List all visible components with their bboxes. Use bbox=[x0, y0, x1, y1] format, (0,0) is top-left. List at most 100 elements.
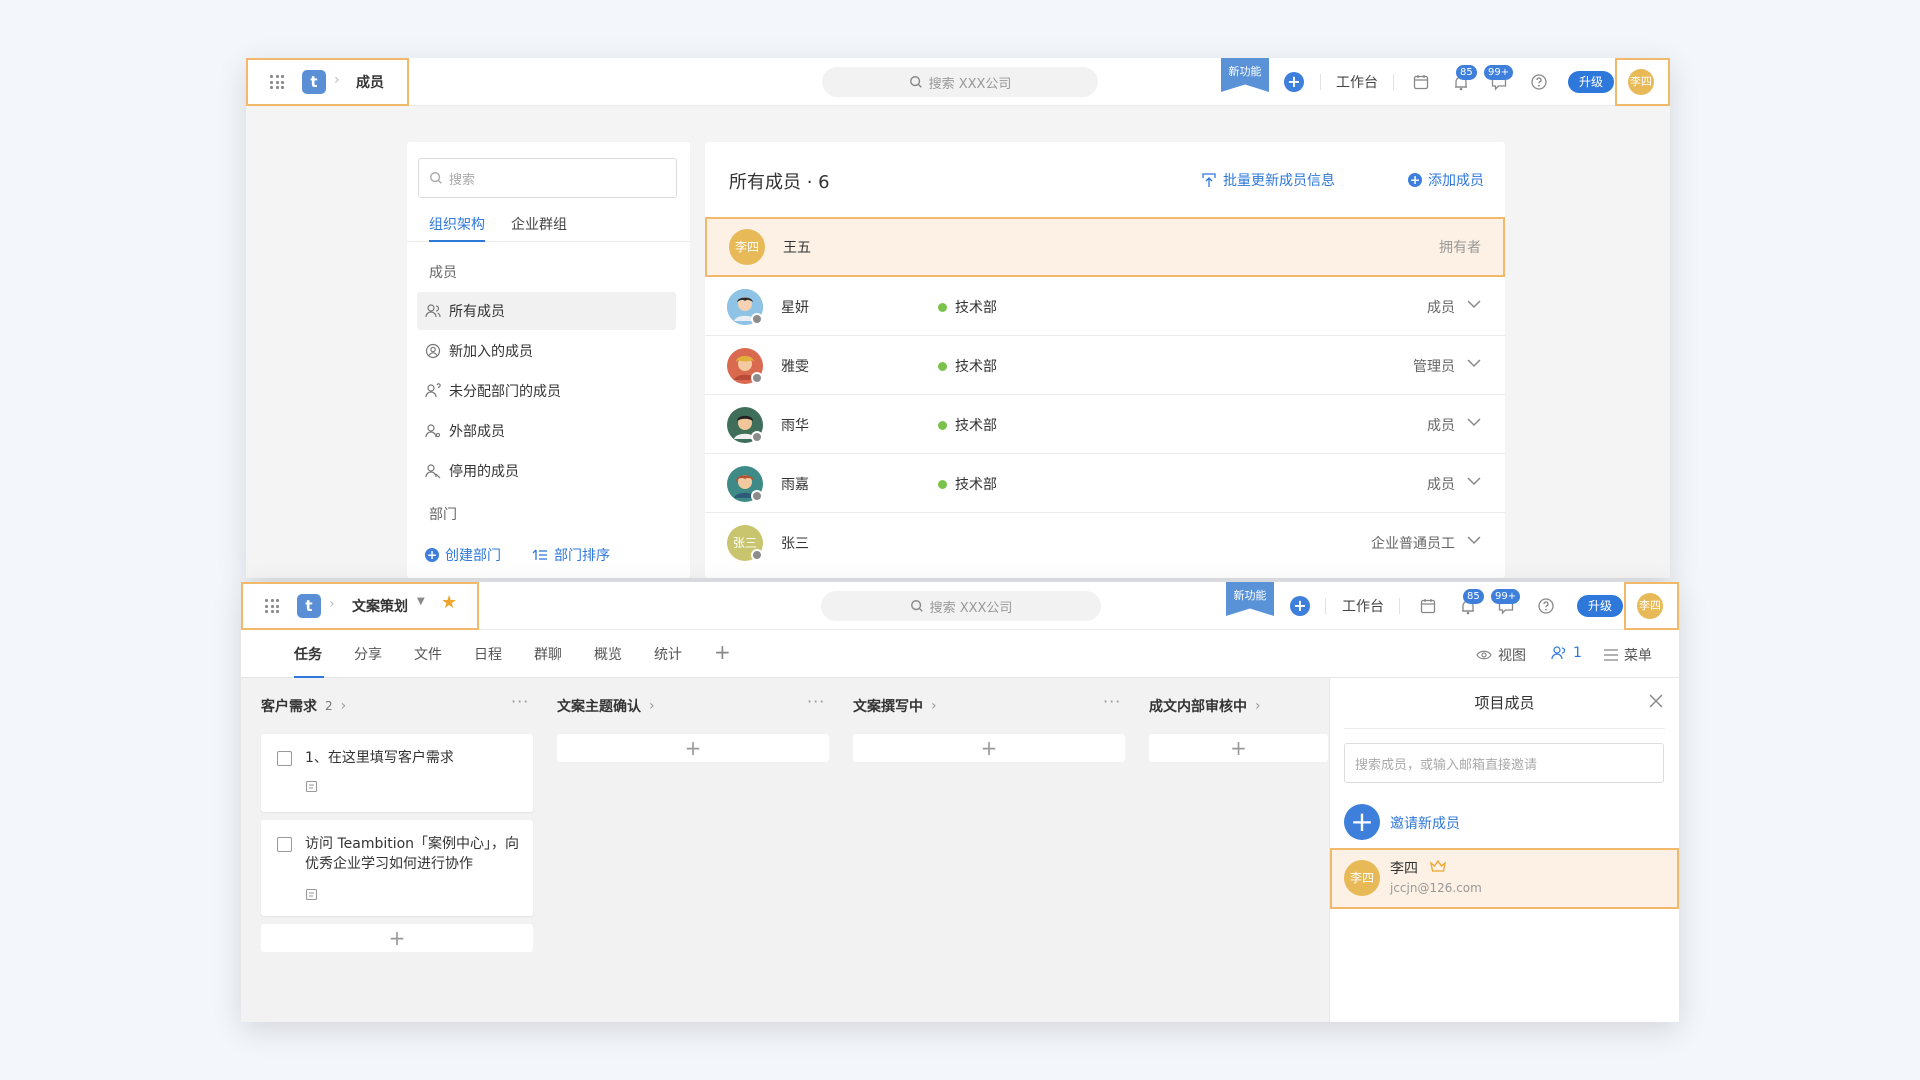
bulk-update-label: 批量更新成员信息 bbox=[1223, 173, 1335, 189]
upgrade-button[interactable]: 升级 bbox=[1568, 71, 1614, 93]
add-task-button[interactable]: + bbox=[261, 924, 533, 952]
member-row[interactable]: 雨嘉 技术部 成员 bbox=[705, 454, 1505, 513]
column-header[interactable]: 文案撰写中 › bbox=[853, 696, 937, 716]
invite-new-member-link[interactable]: 邀请新成员 bbox=[1390, 813, 1460, 833]
chevron-down-icon[interactable] bbox=[1467, 358, 1481, 368]
sort-departments-button[interactable]: 部门排序 bbox=[532, 545, 610, 565]
task-card[interactable]: 访问 Teambition「案例中心」，向优秀企业学习如何进行协作 bbox=[261, 820, 533, 916]
member-invite-input[interactable]: 搜索成员，或输入邮箱直接邀请 bbox=[1344, 743, 1664, 783]
column-header[interactable]: 文案主题确认 › bbox=[557, 696, 655, 716]
tab-group-chat[interactable]: 群聊 bbox=[534, 644, 562, 664]
tab-enterprise-groups[interactable]: 企业群组 bbox=[511, 214, 567, 234]
member-name: 李四 bbox=[1390, 861, 1418, 877]
task-checkbox[interactable] bbox=[277, 751, 292, 766]
create-plus-button[interactable]: + bbox=[1290, 596, 1310, 616]
member-email: jccjn@126.com bbox=[1390, 881, 1482, 895]
new-feature-ribbon[interactable]: 新功能 bbox=[1226, 582, 1274, 616]
tab-overview[interactable]: 概览 bbox=[594, 644, 622, 664]
new-feature-ribbon[interactable]: 新功能 bbox=[1221, 58, 1269, 92]
menu-button[interactable]: 菜单 bbox=[1604, 645, 1652, 665]
member-role[interactable]: 成员 bbox=[1427, 474, 1455, 494]
star-icon[interactable]: ★ bbox=[441, 592, 457, 613]
teambition-logo[interactable]: t bbox=[297, 594, 321, 618]
avatar bbox=[727, 466, 763, 502]
add-member-button[interactable]: + 添加成员 bbox=[1408, 170, 1484, 190]
tab-share[interactable]: 分享 bbox=[354, 644, 382, 664]
chevron-right-icon: › bbox=[1255, 698, 1261, 714]
help-icon[interactable] bbox=[1530, 73, 1548, 91]
view-button[interactable]: 视图 bbox=[1476, 645, 1526, 665]
sort-icon bbox=[532, 549, 547, 560]
global-search[interactable]: 搜索 XXX公司 bbox=[822, 67, 1098, 97]
sidebar-item-unassigned-members[interactable]: 未分配部门的成员 bbox=[417, 372, 676, 410]
tab-org-structure[interactable]: 组织架构 bbox=[429, 214, 485, 234]
member-row[interactable]: 雅雯 技术部 管理员 bbox=[705, 336, 1505, 395]
task-card[interactable]: 1、在这里填写客户需求 bbox=[261, 734, 533, 812]
teambition-logo[interactable]: t bbox=[302, 70, 326, 94]
section-members-label: 成员 bbox=[429, 265, 457, 281]
tab-statistics[interactable]: 统计 bbox=[654, 644, 682, 664]
project-member-row[interactable]: 李四 李四 jccjn@126.com bbox=[1330, 848, 1679, 909]
member-role[interactable]: 企业普通员工 bbox=[1371, 533, 1455, 553]
task-checkbox[interactable] bbox=[277, 837, 292, 852]
tab-tasks[interactable]: 任务 bbox=[294, 644, 322, 664]
caret-down-icon[interactable]: ▼ bbox=[417, 596, 425, 607]
tab-schedule[interactable]: 日程 bbox=[474, 644, 502, 664]
chevron-down-icon[interactable] bbox=[1467, 476, 1481, 486]
sidebar-tabs: 组织架构 企业群组 bbox=[407, 204, 690, 242]
department-label: 技术部 bbox=[955, 477, 997, 493]
member-role[interactable]: 成员 bbox=[1427, 415, 1455, 435]
status-dot bbox=[938, 420, 947, 430]
sidebar-item-external-members[interactable]: 外部成员 bbox=[417, 412, 676, 450]
app-grid-icon[interactable] bbox=[265, 599, 279, 613]
upgrade-button[interactable]: 升级 bbox=[1577, 595, 1623, 617]
column-count: 2 bbox=[325, 699, 333, 713]
user-avatar[interactable]: 李四 bbox=[1637, 593, 1663, 619]
column-header[interactable]: 成文内部审核中 › bbox=[1149, 696, 1261, 716]
create-plus-button[interactable]: + bbox=[1284, 72, 1304, 92]
user-avatar[interactable]: 李四 bbox=[1628, 69, 1654, 95]
global-search[interactable]: 搜索 XXX公司 bbox=[821, 591, 1101, 621]
member-row[interactable]: 雨华 技术部 成员 bbox=[705, 395, 1505, 454]
member-row[interactable]: 星妍 技术部 成员 bbox=[705, 277, 1505, 336]
app-grid-icon[interactable] bbox=[270, 75, 284, 89]
member-list-panel: 所有成员 · 6 批量更新成员信息 + 添加成员 李四 王五 拥有者 星妍 技术… bbox=[705, 142, 1505, 578]
notification-badge: 85 bbox=[1463, 589, 1484, 604]
add-task-button[interactable]: + bbox=[557, 734, 829, 762]
column-more-icon[interactable]: ··· bbox=[807, 692, 825, 711]
add-tab-plus-icon[interactable]: + bbox=[714, 640, 731, 664]
workbench-link[interactable]: 工作台 bbox=[1336, 72, 1378, 92]
calendar-icon[interactable] bbox=[1419, 597, 1437, 615]
workbench-link[interactable]: 工作台 bbox=[1342, 596, 1384, 616]
member-role: 拥有者 bbox=[1439, 240, 1481, 256]
project-name[interactable]: 文案策划 bbox=[352, 596, 408, 616]
column-more-icon[interactable]: ··· bbox=[1103, 692, 1121, 711]
divider bbox=[1399, 598, 1400, 614]
chevron-down-icon[interactable] bbox=[1467, 417, 1481, 427]
chevron-down-icon[interactable] bbox=[1467, 535, 1481, 545]
member-search-input[interactable]: 搜索 bbox=[418, 158, 677, 198]
chevron-down-icon[interactable] bbox=[1467, 299, 1481, 309]
column-more-icon[interactable]: ··· bbox=[511, 692, 529, 711]
invite-plus-icon[interactable]: + bbox=[1344, 804, 1380, 840]
bulk-update-button[interactable]: 批量更新成员信息 bbox=[1201, 170, 1335, 190]
create-department-button[interactable]: + 创建部门 bbox=[425, 545, 501, 565]
add-task-button[interactable]: + bbox=[853, 734, 1125, 762]
member-role[interactable]: 成员 bbox=[1427, 297, 1455, 317]
sidebar-item-new-members[interactable]: 新加入的成员 bbox=[417, 332, 676, 370]
member-row-owner[interactable]: 李四 王五 拥有者 bbox=[705, 217, 1505, 277]
member-role[interactable]: 管理员 bbox=[1413, 356, 1455, 376]
project-members-button[interactable]: 1 bbox=[1551, 645, 1582, 661]
add-task-button[interactable]: + bbox=[1149, 734, 1328, 762]
member-row[interactable]: 张三 张三 企业普通员工 bbox=[705, 513, 1505, 572]
tab-files[interactable]: 文件 bbox=[414, 644, 442, 664]
calendar-icon[interactable] bbox=[1412, 73, 1430, 91]
column-header[interactable]: 客户需求 2 › bbox=[261, 696, 346, 716]
add-member-label: 添加成员 bbox=[1428, 173, 1484, 189]
breadcrumb-chevron-icon: › bbox=[329, 596, 335, 612]
sidebar-item-disabled-members[interactable]: 停用的成员 bbox=[417, 452, 676, 490]
sidebar-item-all-members[interactable]: 所有成员 bbox=[417, 292, 676, 330]
close-icon[interactable] bbox=[1649, 694, 1663, 708]
search-icon bbox=[909, 76, 922, 88]
help-icon[interactable] bbox=[1537, 597, 1555, 615]
